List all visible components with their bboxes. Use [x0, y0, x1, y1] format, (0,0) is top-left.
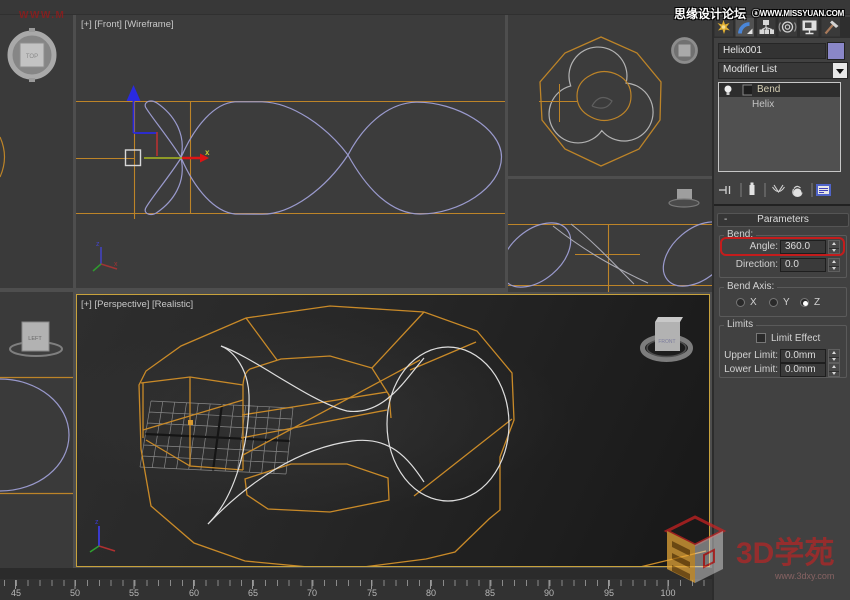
svg-text:FRONT: FRONT [658, 339, 675, 345]
svg-text:LEFT: LEFT [28, 336, 42, 342]
svg-text:www.3dxy.com: www.3dxy.com [774, 571, 834, 581]
svg-text:TOP: TOP [26, 54, 38, 60]
svg-text:z: z [95, 519, 99, 526]
svg-text:x: x [205, 148, 210, 157]
svg-text:z: z [96, 241, 100, 248]
svg-text:3D学苑: 3D学苑 [736, 536, 834, 570]
svg-text:x: x [114, 261, 118, 268]
